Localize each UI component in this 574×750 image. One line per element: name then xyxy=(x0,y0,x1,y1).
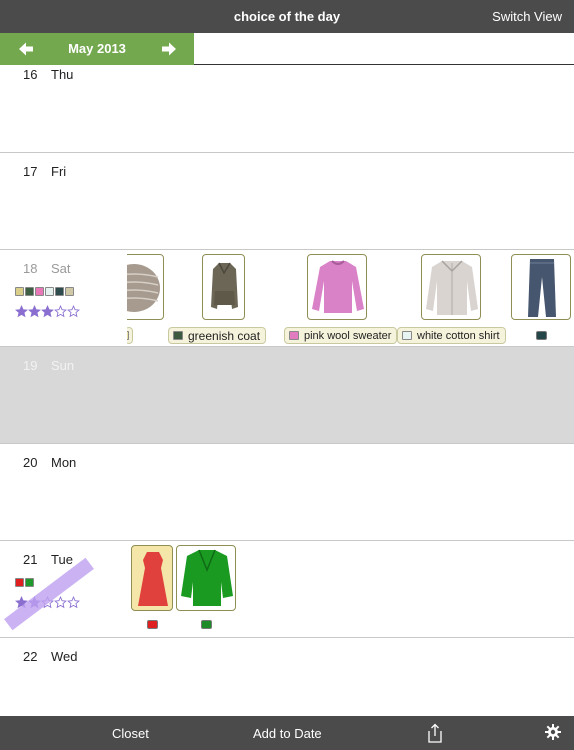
day-number: 18 xyxy=(23,261,38,276)
color-swatch xyxy=(45,287,54,296)
item-tag-partial[interactable] xyxy=(127,327,133,344)
item-color-chip xyxy=(127,331,129,340)
item-tag-white-cotton-shirt[interactable]: white cotton shirt xyxy=(397,327,506,344)
closet-button[interactable]: Closet xyxy=(112,726,149,741)
outfit-color-swatches xyxy=(15,287,74,296)
day-weekday: Sat xyxy=(51,261,71,276)
day-number: 17 xyxy=(23,164,38,179)
clothing-thumbnail-knit-hat[interactable] xyxy=(127,254,164,320)
day-row-18[interactable]: 18 Sat greenish coat pink wool sweater w… xyxy=(0,250,574,347)
month-selector: May 2013 xyxy=(0,33,194,65)
day-number: 22 xyxy=(23,649,38,664)
star-icon[interactable] xyxy=(15,305,28,318)
day-number: 21 xyxy=(23,552,38,567)
gear-icon[interactable] xyxy=(545,724,561,740)
item-color-chip xyxy=(289,331,299,340)
clothing-thumbnail-greenish-coat[interactable] xyxy=(202,254,245,320)
color-swatch xyxy=(15,578,24,587)
color-swatch xyxy=(25,287,34,296)
arrow-right-icon[interactable] xyxy=(161,41,177,57)
day-weekday: Thu xyxy=(51,67,74,82)
item-tag-pink-wool-sweater[interactable]: pink wool sweater xyxy=(284,327,398,344)
item-color-chip xyxy=(147,620,158,629)
item-tag-label: greenish coat xyxy=(188,328,261,343)
color-swatch xyxy=(35,287,44,296)
bottom-toolbar: Closet Add to Date xyxy=(0,716,574,750)
clothing-thumbnail-white-cotton-shirt[interactable] xyxy=(421,254,481,320)
star-icon[interactable] xyxy=(41,305,54,318)
outfit-items-strip[interactable] xyxy=(130,545,574,637)
day-row-16[interactable]: 16 Thu xyxy=(0,65,574,153)
day-number: 19 xyxy=(23,358,38,373)
day-row-21[interactable]: 21 Tue xyxy=(0,541,574,638)
color-swatch xyxy=(65,287,74,296)
switch-view-button[interactable]: Switch View xyxy=(492,9,562,24)
outfit-rating[interactable] xyxy=(15,305,80,318)
star-icon[interactable] xyxy=(54,596,67,609)
star-icon[interactable] xyxy=(28,305,41,318)
clothing-thumbnail-pink-wool-sweater[interactable] xyxy=(307,254,367,320)
item-color-chip xyxy=(402,331,412,340)
star-icon[interactable] xyxy=(67,596,80,609)
color-swatch xyxy=(55,287,64,296)
item-tag-greenish-coat[interactable]: greenish coat xyxy=(168,327,267,344)
clothing-thumbnail-green-coat[interactable] xyxy=(176,545,236,611)
day-weekday: Sun xyxy=(51,358,75,373)
day-weekday: Mon xyxy=(51,455,77,470)
share-icon[interactable] xyxy=(426,723,444,743)
item-tag-label: pink wool sweater xyxy=(304,329,392,342)
color-swatch xyxy=(25,578,34,587)
day-number: 20 xyxy=(23,455,38,470)
add-to-date-button[interactable]: Add to Date xyxy=(253,726,322,741)
item-color-chip xyxy=(201,620,212,629)
color-swatch xyxy=(15,287,24,296)
clothing-thumbnail-red-dress[interactable] xyxy=(131,545,173,611)
clothing-thumbnail-jeans[interactable] xyxy=(511,254,571,320)
day-weekday: Wed xyxy=(51,649,78,664)
day-number: 16 xyxy=(23,67,38,82)
day-row-19[interactable]: 19 Sun xyxy=(0,347,574,444)
day-row-17[interactable]: 17 Fri xyxy=(0,153,574,250)
star-icon[interactable] xyxy=(67,305,80,318)
day-row-22[interactable]: 22 Wed xyxy=(0,638,574,716)
top-navigation-bar: choice of the day Switch View xyxy=(0,0,574,33)
day-weekday: Tue xyxy=(51,552,73,567)
page-title: choice of the day xyxy=(233,9,341,24)
outfit-color-swatches xyxy=(15,578,34,587)
day-row-20[interactable]: 20 Mon xyxy=(0,444,574,541)
star-icon[interactable] xyxy=(54,305,67,318)
item-tag-label: white cotton shirt xyxy=(417,329,500,342)
item-color-chip xyxy=(536,331,547,340)
day-weekday: Fri xyxy=(51,164,67,179)
item-color-chip xyxy=(173,331,183,340)
outfit-items-strip[interactable]: greenish coat pink wool sweater white co… xyxy=(127,254,574,346)
